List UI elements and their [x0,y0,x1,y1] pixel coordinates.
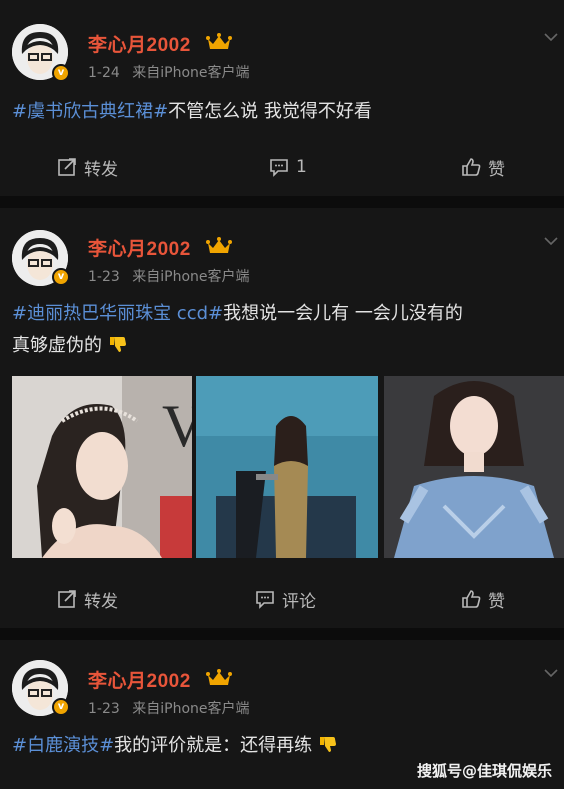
verified-badge-icon: v [52,64,70,82]
thumbs-down-emoji-icon [319,737,336,752]
like-button[interactable]: 赞 [460,152,505,182]
post-body: 我的评价就是：还得再练 [114,735,313,756]
crown-icon [206,33,232,49]
comment-count: 1 [296,157,307,177]
like-button[interactable]: 赞 [460,584,505,614]
repost-label: 转发 [84,159,118,180]
post-text: #白鹿演技#我的评价就是：还得再练 [12,730,550,762]
post-text: #迪丽热巴华丽珠宝 ccd#我想说一会儿有 一会儿没有的 真够虚伪的 [12,298,550,362]
post-source: 来自iPhone客户端 [132,269,250,285]
action-bar: 转发 评论 赞 [0,584,564,614]
like-label: 赞 [488,591,505,612]
photo-blue-gown [384,376,564,558]
comment-icon [270,159,288,177]
chevron-down-icon[interactable] [544,32,558,42]
hashtag-link[interactable]: #虞书欣古典红裙# [12,101,168,122]
watermark: 搜狐号@佳琪侃娱乐 [416,762,552,780]
repost-icon [58,158,76,176]
comment-button[interactable]: 评论 [254,584,316,614]
hashtag-link[interactable]: #白鹿演技# [12,735,114,756]
comment-icon [256,591,274,609]
repost-button[interactable]: 转发 [56,152,118,182]
post-body: 不管怎么说 我觉得不好看 [168,101,372,122]
post-meta: 1-23 来自iPhone客户端 [88,698,250,718]
post-image-3[interactable] [384,376,564,558]
post-source: 来自iPhone客户端 [132,701,250,717]
post-image-2[interactable] [196,376,378,558]
like-icon [462,158,481,176]
post-image-1[interactable]: V [12,376,192,558]
crown-icon [206,237,232,253]
like-label: 赞 [488,159,505,180]
repost-button[interactable]: 转发 [56,584,118,614]
photo-portrait-headpiece: V [12,376,192,558]
crown-icon [206,669,232,685]
username[interactable]: 李心月2002 [88,666,191,693]
verified-badge-icon: v [52,698,70,716]
post-body-line1: 我想说一会儿有 一会儿没有的 [223,303,463,324]
post-meta: 1-24 来自iPhone客户端 [88,62,250,82]
post-divider [0,196,564,208]
post-source: 来自iPhone客户端 [132,65,250,81]
username[interactable]: 李心月2002 [88,30,191,57]
verified-badge-icon: v [52,268,70,286]
post-body-line2: 真够虚伪的 [12,335,102,356]
post-time: 1-24 [88,65,120,81]
post-text: #虞书欣古典红裙#不管怎么说 我觉得不好看 [12,96,550,128]
post-1: v 李心月2002 1-24 来自iPhone客户端 #虞书欣古典红裙#不管怎么… [0,0,564,196]
chevron-down-icon[interactable] [544,236,558,246]
like-icon [462,590,481,608]
comment-button[interactable]: 1 [268,152,307,182]
thumbs-down-emoji-icon [109,337,126,352]
post-time: 1-23 [88,701,120,717]
post-time: 1-23 [88,269,120,285]
repost-label: 转发 [84,591,118,612]
post-divider [0,628,564,640]
comment-label: 评论 [282,591,316,612]
photo-stage-dress [196,376,378,558]
chevron-down-icon[interactable] [544,668,558,678]
username[interactable]: 李心月2002 [88,234,191,261]
action-bar: 转发 1 赞 [0,152,564,182]
hashtag-link[interactable]: #迪丽热巴华丽珠宝 ccd# [12,303,223,324]
repost-icon [58,590,76,608]
svg-text:V: V [162,393,192,459]
post-meta: 1-23 来自iPhone客户端 [88,266,250,286]
